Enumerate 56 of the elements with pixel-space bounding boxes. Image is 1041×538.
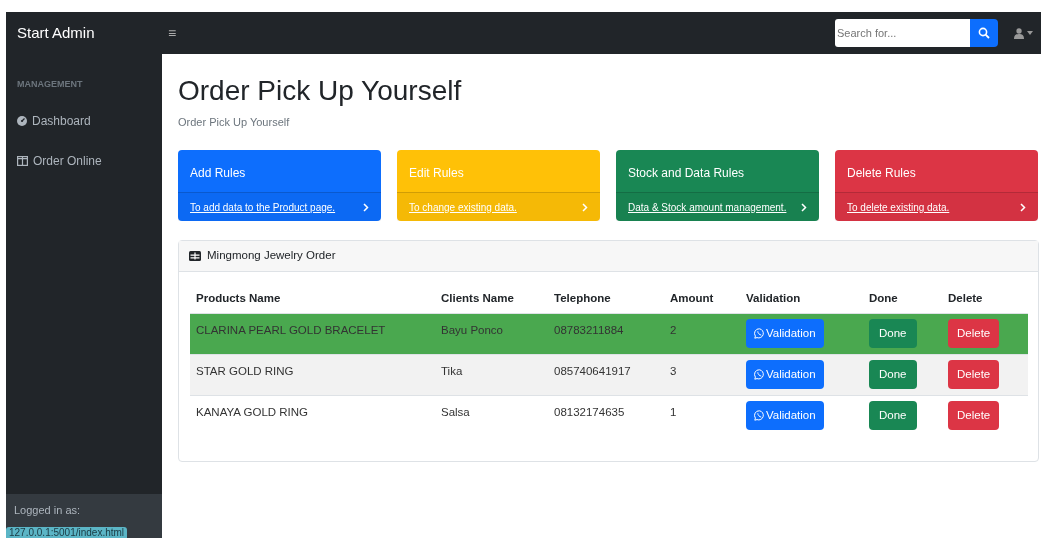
menu-toggle-button[interactable]: ≡	[162, 22, 183, 44]
logged-in-label: Logged in as:	[14, 503, 82, 518]
table-cell: STAR GOLD RING	[190, 354, 435, 396]
table-cell: 08132174635	[548, 395, 664, 437]
done-button[interactable]: Done	[869, 401, 917, 431]
table-cell: 2	[664, 313, 740, 355]
delete-button[interactable]: Delete	[948, 360, 1000, 390]
table-cell: Tika	[435, 354, 548, 396]
status-url-tooltip: 127.0.0.1:5001/index.html	[6, 527, 128, 538]
columns-icon	[17, 155, 28, 166]
done-button[interactable]: Done	[869, 360, 917, 390]
gauge-icon	[17, 115, 27, 126]
chevron-right-icon[interactable]	[801, 202, 807, 212]
column-header: Clients Name	[435, 284, 548, 314]
table-cell: CLARINA PEARL GOLD BRACELET	[190, 313, 435, 355]
table-cell: 08783211884	[548, 313, 664, 355]
sidebar-item[interactable]: Order Online	[6, 151, 162, 170]
search-button[interactable]	[970, 19, 998, 47]
table-cell: 085740641917	[548, 354, 664, 396]
sidebar-item[interactable]: Dashboard	[6, 111, 162, 130]
column-header: Products Name	[190, 284, 435, 314]
table-cell: Salsa	[435, 395, 548, 437]
brand-title[interactable]: Start Admin	[6, 21, 162, 45]
column-header: Amount	[664, 284, 740, 314]
validation-button[interactable]: Validation	[746, 401, 824, 431]
validation-button[interactable]: Validation	[746, 319, 824, 349]
sidebar-heading: MANAGEMENT	[16, 78, 84, 91]
card-title: Stock and Data Rules	[627, 165, 746, 183]
table-cell: 1	[664, 395, 740, 437]
chevron-right-icon[interactable]	[363, 202, 369, 212]
delete-button[interactable]: Delete	[948, 401, 1000, 431]
caret-icon	[1027, 31, 1033, 35]
breadcrumb: Order Pick Up Yourself	[178, 114, 291, 130]
column-header: Telephone	[548, 284, 664, 314]
column-header: Done	[863, 284, 942, 314]
table-icon	[189, 251, 201, 262]
card-title: Edit Rules	[408, 165, 465, 183]
page-title: Order Pick Up Yourself	[178, 74, 463, 108]
card-title: Add Rules	[189, 165, 247, 183]
column-header: Validation	[740, 284, 863, 314]
user-icon	[1014, 27, 1024, 39]
chat-bubble-icon	[754, 328, 765, 340]
chat-bubble-icon	[754, 410, 765, 422]
table-title: Mingmong Jewelry Order	[207, 248, 336, 264]
table-cell: KANAYA GOLD RING	[190, 395, 435, 437]
delete-button[interactable]: Delete	[948, 319, 1000, 349]
table-cell: Bayu Ponco	[435, 313, 548, 355]
card-title: Delete Rules	[846, 165, 917, 183]
chat-bubble-icon	[754, 369, 765, 381]
search-field[interactable]: Search for...	[835, 19, 970, 47]
done-button[interactable]: Done	[869, 319, 917, 349]
chevron-right-icon[interactable]	[1020, 202, 1026, 212]
column-header: Delete	[942, 284, 1028, 314]
table-cell: 3	[664, 354, 740, 396]
search-icon	[978, 27, 990, 39]
validation-button[interactable]: Validation	[746, 360, 824, 390]
